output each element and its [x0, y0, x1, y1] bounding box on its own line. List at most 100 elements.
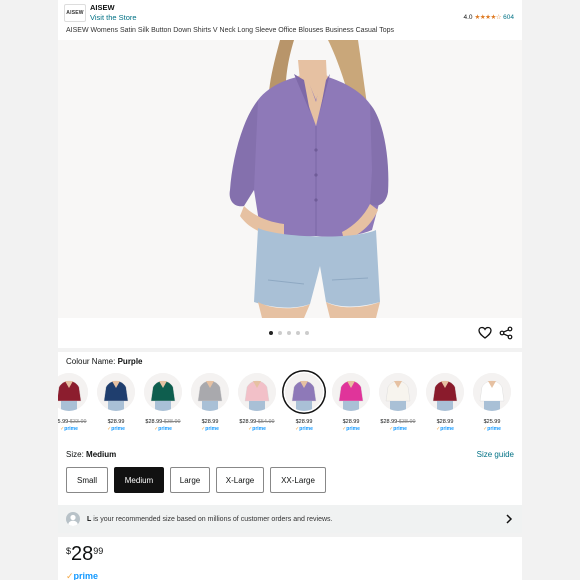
prime-badge: ✓prime	[60, 426, 78, 432]
prime-badge: ✓prime	[107, 426, 125, 432]
carousel-dot[interactable]	[296, 331, 300, 335]
swatch-image	[58, 373, 88, 411]
colour-swatch[interactable]: $28.99 ✓prime	[285, 373, 323, 432]
swatch-current-price: $28.99	[201, 419, 219, 425]
brand-name: AISEW	[90, 3, 115, 12]
prime-label: prime	[73, 571, 99, 580]
swatch-list-price: $38.99	[162, 419, 181, 425]
swatch-price: $25.99 ✓prime	[473, 419, 511, 432]
price-display: $ 28 99	[66, 544, 103, 564]
colour-swatch[interactable]: $25.99 $33.99✓prime	[58, 373, 88, 432]
product-header: AISEW AISEW Visit the Store 4.0 ★★★★☆ 60…	[58, 0, 522, 40]
chevron-right-icon[interactable]	[505, 514, 513, 524]
size-option-medium[interactable]: Medium	[114, 467, 164, 493]
swatch-current-price: $28.99	[145, 419, 163, 425]
prime-badge: ✓prime	[201, 426, 219, 432]
swatch-current-price: $25.99	[483, 419, 501, 425]
rating-count[interactable]: 604	[503, 14, 514, 21]
size-guide-link[interactable]: Size guide	[477, 450, 514, 459]
carousel-dot[interactable]	[269, 331, 273, 335]
price-whole: 28	[71, 543, 94, 565]
carousel-dot[interactable]	[278, 331, 282, 335]
colour-label-text: Colour Name:	[66, 357, 116, 366]
visit-store-link[interactable]: Visit the Store	[90, 13, 137, 22]
colour-swatch[interactable]: $28.99 $38.99 ✓prime	[144, 373, 182, 432]
swatch-price: $28.99 ✓prime	[332, 419, 370, 432]
size-label-text: Size:	[66, 450, 84, 459]
prime-badge: ✓prime	[295, 426, 313, 432]
carousel-dot[interactable]	[287, 331, 291, 335]
selected-colour: Purple	[117, 357, 143, 366]
prime-badge: ✓prime	[66, 571, 98, 580]
swatch-price: $28.99 ✓prime	[191, 419, 229, 432]
size-option-large[interactable]: Large	[170, 467, 210, 493]
swatch-image	[379, 373, 417, 411]
swatch-current-price: $25.99	[58, 419, 69, 425]
swatch-price: $28.99 $54.99 ✓prime	[238, 419, 276, 432]
size-option-x-large[interactable]: X-Large	[216, 467, 264, 493]
colour-swatch[interactable]: $28.99 ✓prime	[97, 373, 135, 432]
prime-badge: ✓prime	[483, 426, 501, 432]
prime-badge: ✓prime	[248, 426, 266, 432]
swatch-image	[473, 373, 511, 411]
colour-swatch[interactable]: $28.99 ✓prime	[426, 373, 464, 432]
prime-check-icon: ✓	[66, 571, 74, 580]
recommendation-text: L is your recommended size based on mill…	[87, 516, 333, 523]
swatch-image	[285, 373, 323, 411]
swatch-current-price: $28.99	[380, 419, 398, 425]
swatch-image	[144, 373, 182, 411]
swatch-current-price: $28.99	[295, 419, 313, 425]
colour-swatches: $25.99 $33.99✓prime$28.99✓prime$28.99 $3…	[58, 373, 511, 432]
product-title: AISEW Womens Satin Silk Button Down Shir…	[66, 27, 394, 34]
carousel-dots[interactable]	[269, 331, 309, 335]
colour-swatch[interactable]: $25.99 ✓prime	[473, 373, 511, 432]
section-divider	[58, 348, 522, 352]
swatch-price: $28.99 $38.99 ✓prime	[144, 419, 182, 432]
price-fraction: 99	[93, 546, 104, 556]
model-photo	[58, 40, 522, 318]
carousel-dot[interactable]	[305, 331, 309, 335]
colour-swatch[interactable]: $28.99 ✓prime	[191, 373, 229, 432]
swatch-price: $28.99 ✓prime	[426, 419, 464, 432]
swatch-price: $28.99 ✓prime	[97, 419, 135, 432]
brand-logo[interactable]: AISEW	[64, 4, 86, 22]
size-options: Small Medium Large X-Large XX-Large	[66, 467, 326, 493]
swatch-current-price: $28.99	[239, 419, 257, 425]
selected-size: Medium	[86, 450, 117, 459]
section-divider	[58, 533, 522, 537]
share-icon[interactable]	[499, 326, 513, 340]
swatch-price: $28.99 ✓prime	[285, 419, 323, 432]
prime-badge: ✓prime	[342, 426, 360, 432]
swatch-image	[332, 373, 370, 411]
swatch-list-price: $38.99	[397, 419, 416, 425]
recommended-size: L	[87, 515, 92, 523]
swatch-image	[97, 373, 135, 411]
swatch-image	[426, 373, 464, 411]
colour-swatch[interactable]: $28.99 $38.99 ✓prime	[379, 373, 417, 432]
colour-swatch[interactable]: $28.99 ✓prime	[332, 373, 370, 432]
prime-badge: ✓prime	[436, 426, 454, 432]
prime-badge: ✓prime	[389, 426, 407, 432]
image-carousel	[58, 318, 522, 348]
size-label: Size: Medium	[66, 450, 116, 459]
colour-name-label: Colour Name: Purple	[66, 357, 143, 366]
star-rating-icon: ★★★★☆	[474, 14, 502, 21]
size-recommendation-banner[interactable]: L is your recommended size based on mill…	[58, 505, 522, 533]
swatch-image	[238, 373, 276, 411]
swatch-list-price: $54.99	[256, 419, 275, 425]
prime-badge: ✓prime	[154, 426, 172, 432]
swatch-price: $28.99 $38.99 ✓prime	[379, 419, 417, 432]
swatch-price: $25.99 $33.99✓prime	[58, 419, 88, 432]
heart-icon[interactable]	[478, 326, 492, 340]
size-option-xx-large[interactable]: XX-Large	[270, 467, 326, 493]
swatch-image	[191, 373, 229, 411]
rating-value: 4.0	[463, 13, 473, 21]
rating-summary[interactable]: 4.0 ★★★★☆ 604	[463, 13, 514, 22]
swatch-current-price: $28.99	[107, 419, 125, 425]
swatch-current-price: $28.99	[342, 419, 360, 425]
product-image[interactable]	[58, 40, 522, 318]
swatch-current-price: $28.99	[436, 419, 454, 425]
recommendation-message: is your recommended size based on millio…	[93, 515, 333, 523]
size-option-small[interactable]: Small	[66, 467, 108, 493]
colour-swatch[interactable]: $28.99 $54.99 ✓prime	[238, 373, 276, 432]
